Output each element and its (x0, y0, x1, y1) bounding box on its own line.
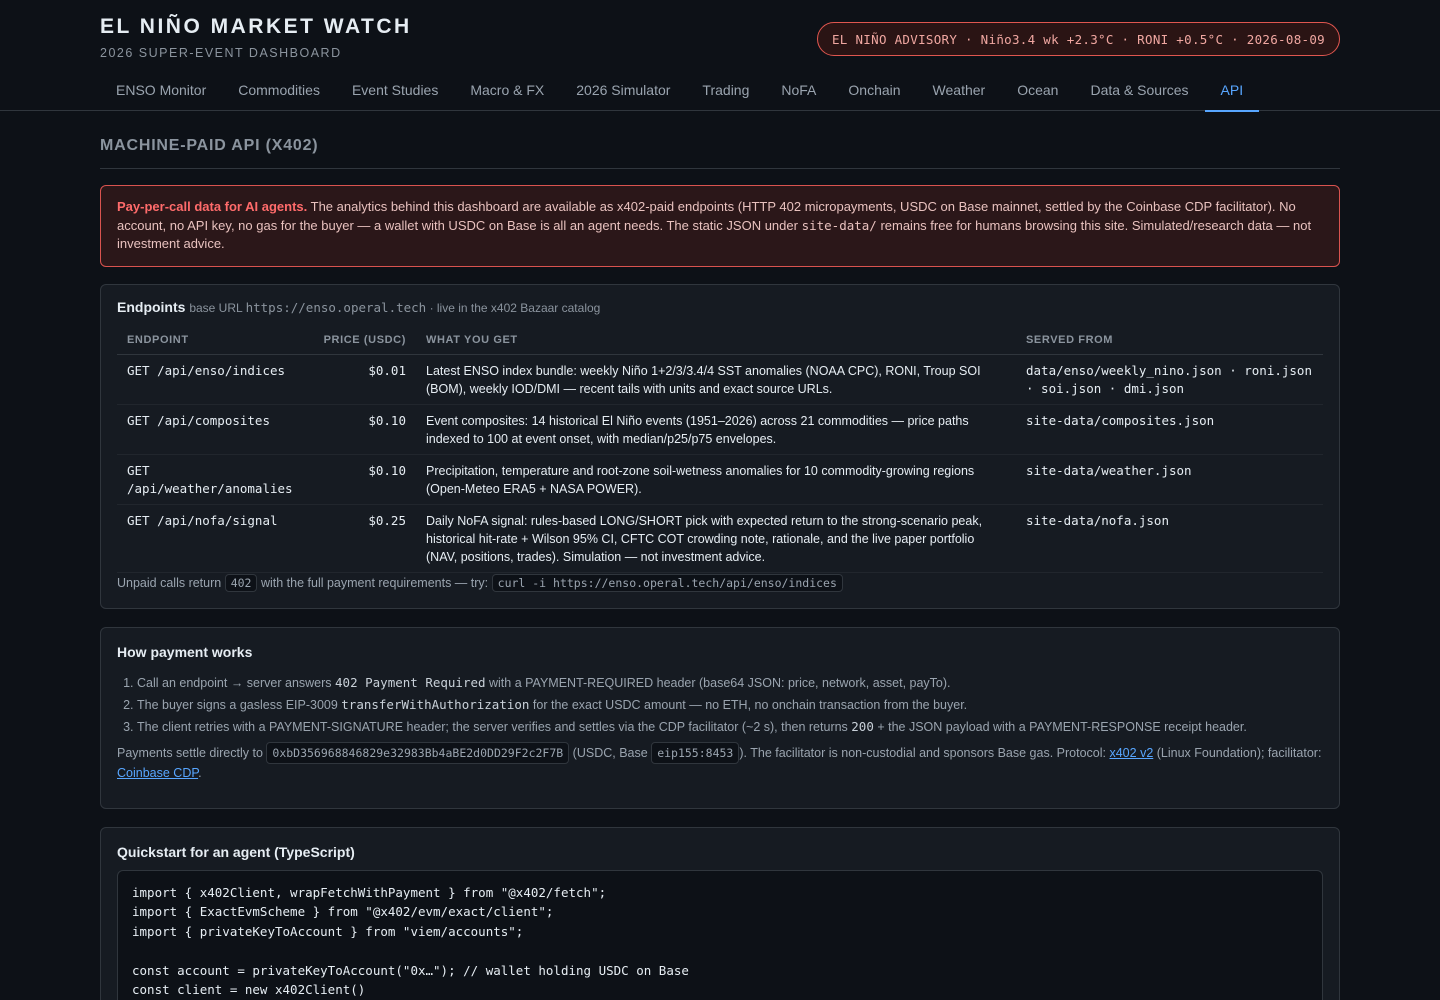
curl-command-chip: curl -i https://enso.operal.tech/api/ens… (491, 573, 843, 592)
tab-macro-fx[interactable]: Macro & FX (454, 70, 560, 111)
alert-lead: Pay-per-call data for AI agents. (117, 199, 308, 214)
payment-title: How payment works (117, 643, 253, 660)
wallet-address-chip: 0xbD356968846829e32983Bb4aBE2d0DD29F2c2F… (266, 741, 570, 764)
tab-event-studies[interactable]: Event Studies (336, 70, 454, 111)
source-cell: site-data/weather.json (1016, 454, 1323, 505)
source-cell: site-data/composites.json (1016, 404, 1323, 455)
endpoint-cell: GET /api/weather/anomalies (117, 454, 313, 505)
endpoint-cell: GET /api/composites (117, 404, 313, 455)
footnote-text: Unpaid calls return (117, 575, 222, 590)
list-item: Call an endpoint → server answers 402 Pa… (137, 672, 1323, 694)
info-alert: Pay-per-call data for AI agents. The ana… (100, 185, 1340, 267)
main-nav: ENSO Monitor Commodities Event Studies Macr… (100, 70, 1260, 112)
list-item: The buyer signs a gasless EIP-3009 trans… (137, 694, 1323, 716)
endpoint-cell: GET /api/nofa/signal (117, 504, 313, 573)
payment-card: How payment works Call an endpoint → ser… (100, 626, 1340, 809)
quickstart-title: Quickstart for an agent (TypeScript) (117, 843, 355, 860)
base-url-label: base URL (189, 300, 243, 315)
column-header: SERVED FROM (1016, 329, 1323, 355)
endpoints-header: Endpoints base URL https://enso.operal.t… (117, 299, 1323, 315)
description-cell: Event composites: 14 historical El Niño … (416, 404, 1016, 455)
price-cell: $0.10 (313, 454, 416, 505)
endpoints-card: Endpoints base URL https://enso.operal.t… (100, 283, 1340, 609)
app-title: EL NIÑO MARKET WATCH (100, 15, 412, 38)
chain-id-chip: eip155:8453 (651, 741, 740, 764)
table-row: GET /api/enso/indices $0.01 Latest ENSO … (117, 354, 1323, 405)
endpoints-title: Endpoints (117, 298, 186, 315)
tab-weather[interactable]: Weather (917, 70, 1002, 111)
tab-nofa[interactable]: NoFA (765, 70, 832, 111)
table-row: GET /api/nofa/signal $0.25 Daily NoFA si… (117, 504, 1323, 573)
tab-data-sources[interactable]: Data & Sources (1074, 70, 1204, 111)
protocol-link[interactable]: x402 v2 (1109, 746, 1153, 760)
advisory-badge: EL NIÑO ADVISORY · Niño3.4 wk +2.3°C · R… (816, 22, 1340, 56)
tab-2026-simulator[interactable]: 2026 Simulator (560, 70, 686, 111)
quickstart-header: Quickstart for an agent (TypeScript) (117, 844, 1323, 860)
status-code-chip: 402 (224, 573, 258, 592)
source-cell: data/enso/weekly_nino.json · roni.json ·… (1016, 354, 1323, 405)
price-cell: $0.25 (313, 504, 416, 573)
settlement-note: Payments settle directly to 0xbD35696884… (117, 741, 1323, 782)
table-row: GET /api/weather/anomalies $0.10 Precipi… (117, 454, 1323, 505)
payment-steps: Call an endpoint → server answers 402 Pa… (117, 672, 1323, 738)
code-block[interactable]: import { x402Client, wrapFetchWithPaymen… (117, 869, 1323, 1000)
endpoints-footnote: Unpaid calls return 402 with the full pa… (117, 573, 1323, 592)
source-cell: site-data/nofa.json (1016, 504, 1323, 573)
tab-ocean[interactable]: Ocean (1001, 70, 1074, 111)
main-content: MACHINE-PAID API (X402) Pay-per-call dat… (100, 111, 1340, 1000)
tab-enso-monitor[interactable]: ENSO Monitor (100, 70, 222, 111)
table-header-row: ENDPOINT PRICE (USDC) WHAT YOU GET SERVE… (117, 329, 1323, 355)
page-title: MACHINE-PAID API (X402) (100, 137, 1340, 169)
endpoints-table: ENDPOINT PRICE (USDC) WHAT YOU GET SERVE… (117, 329, 1323, 573)
base-url: https://enso.operal.tech (245, 299, 427, 315)
description-cell: Latest ENSO index bundle: weekly Niño 1+… (416, 354, 1016, 405)
description-cell: Daily NoFA signal: rules-based LONG/SHOR… (416, 504, 1016, 573)
description-cell: Precipitation, temperature and root-zone… (416, 454, 1016, 505)
tab-api[interactable]: API (1204, 70, 1260, 112)
payment-header: How payment works (117, 644, 1323, 660)
price-cell: $0.10 (313, 404, 416, 455)
tab-commodities[interactable]: Commodities (222, 70, 336, 111)
endpoint-cell: GET /api/enso/indices (117, 354, 313, 405)
column-header: PRICE (USDC) (313, 329, 416, 355)
price-cell: $0.01 (313, 354, 416, 405)
base-url-note: · live in the x402 Bazaar catalog (429, 300, 601, 315)
table-row: GET /api/composites $0.10 Event composit… (117, 404, 1323, 455)
quickstart-card: Quickstart for an agent (TypeScript) imp… (100, 826, 1340, 1000)
column-header: ENDPOINT (117, 329, 313, 355)
app-header: EL NIÑO MARKET WATCH 2026 SUPER-EVENT DA… (0, 0, 1440, 112)
footnote-text-2: with the full payment requirements — try… (260, 575, 489, 590)
tab-trading[interactable]: Trading (686, 70, 765, 111)
tab-onchain[interactable]: Onchain (832, 70, 916, 111)
app-subtitle: 2026 SUPER-EVENT DASHBOARD (100, 46, 342, 60)
alert-code: site-data/ (801, 217, 877, 233)
facilitator-link[interactable]: Coinbase CDP (117, 766, 198, 780)
list-item: The client retries with a PAYMENT-SIGNAT… (137, 716, 1323, 738)
column-header: WHAT YOU GET (416, 329, 1016, 355)
endpoints-meta: base URL https://enso.operal.tech · live… (189, 299, 601, 315)
